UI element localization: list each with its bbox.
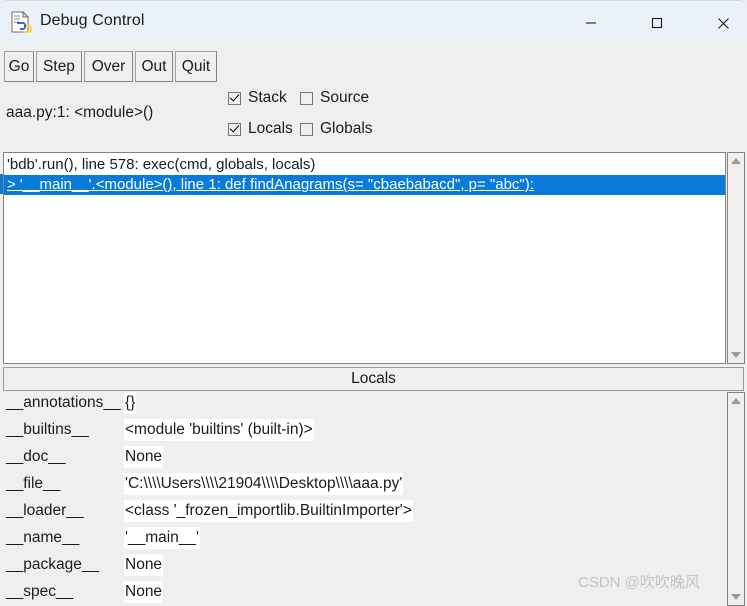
- locals-variable-name: __doc__: [6, 446, 65, 468]
- scroll-down-arrow[interactable]: [728, 347, 744, 363]
- window-title: Debug Control: [40, 12, 144, 30]
- locals-variable-name: __loader__: [6, 500, 84, 522]
- toolbar-button-over[interactable]: Over: [84, 51, 133, 82]
- locals-variable-value: None: [124, 581, 163, 603]
- locals-variable-value: <module 'builtins' (built-in)>: [124, 419, 314, 441]
- locals-variable-value: None: [124, 446, 163, 468]
- stack-scrollbar[interactable]: [727, 152, 745, 364]
- checkbox-checked-icon: [228, 123, 241, 136]
- locals-variable-value: '__main__': [124, 527, 200, 549]
- locals-variable-value: None: [124, 554, 163, 576]
- scroll-up-arrow[interactable]: [728, 153, 744, 169]
- close-button[interactable]: [700, 1, 746, 45]
- stack-panel[interactable]: 'bdb'.run(), line 578: exec(cmd, globals…: [3, 152, 726, 364]
- debug-control-window: Debug Control GoStepOverOutQuitStackSour…: [0, 0, 747, 606]
- checkbox-empty-icon: [300, 123, 313, 136]
- locals-row[interactable]: __file__ 'C:\\\\Users\\\\21904\\\\Desktop…: [0, 473, 727, 500]
- checkbox-label: Stack: [248, 89, 287, 107]
- locals-row[interactable]: __doc__ None: [0, 446, 727, 473]
- checkbox-label: Locals: [248, 120, 293, 138]
- checkbox-source[interactable]: Source: [300, 89, 369, 107]
- checkbox-label: Source: [320, 89, 369, 107]
- checkbox-locals[interactable]: Locals: [228, 120, 293, 138]
- locals-variable-name: __builtins__: [6, 419, 89, 441]
- scroll-down-arrow[interactable]: [728, 589, 744, 605]
- locals-row[interactable]: __loader__ <class '_frozen_importlib.Buil…: [0, 500, 727, 527]
- checkbox-stack[interactable]: Stack: [228, 89, 287, 107]
- locals-row[interactable]: __builtins__ <module 'builtins' (built-in…: [0, 419, 727, 446]
- stack-line-selected[interactable]: > '__main__'.<module>(), line 1: def fin…: [4, 175, 725, 195]
- stack-selection-marker: [0, 174, 3, 194]
- minimize-button[interactable]: [568, 1, 614, 45]
- maximize-button[interactable]: [634, 1, 680, 45]
- minimize-icon: [585, 17, 597, 29]
- locals-row[interactable]: __name__ '__main__': [0, 527, 727, 554]
- status-line: aaa.py:1: <module>(): [6, 104, 153, 122]
- locals-variable-name: __annotations__: [6, 392, 121, 414]
- toolbar-button-quit[interactable]: Quit: [175, 51, 217, 82]
- checkbox-label: Globals: [320, 120, 373, 138]
- checkbox-checked-icon: [228, 92, 241, 105]
- toolbar-button-step[interactable]: Step: [36, 51, 82, 82]
- debug-toolbar: GoStepOverOutQuitStackSourceLocalsGlobal…: [0, 45, 747, 102]
- toolbar-button-go[interactable]: Go: [4, 51, 34, 82]
- scroll-up-arrow[interactable]: [728, 393, 744, 409]
- python-idle-debug-icon: [10, 11, 32, 34]
- locals-variable-name: __name__: [6, 527, 79, 549]
- locals-variable-value: 'C:\\\\Users\\\\21904\\\\Desktop\\\\aaa.…: [124, 473, 403, 495]
- locals-variable-value: {}: [124, 392, 136, 414]
- locals-header: Locals: [3, 367, 744, 391]
- maximize-icon: [651, 17, 663, 29]
- watermark: CSDN @吹吹晚风: [578, 571, 700, 592]
- stack-line[interactable]: 'bdb'.run(), line 578: exec(cmd, globals…: [4, 155, 725, 175]
- checkbox-empty-icon: [300, 92, 313, 105]
- locals-variable-name: __spec__: [6, 581, 73, 603]
- locals-variable-name: __package__: [6, 554, 99, 576]
- checkbox-globals[interactable]: Globals: [300, 120, 373, 138]
- close-icon: [717, 17, 730, 30]
- toolbar-button-out[interactable]: Out: [135, 51, 173, 82]
- title-bar[interactable]: Debug Control: [0, 0, 747, 45]
- locals-variable-value: <class '_frozen_importlib.BuiltinImporte…: [124, 500, 413, 522]
- locals-row[interactable]: __annotations__{}: [0, 392, 727, 419]
- locals-scrollbar[interactable]: [727, 392, 745, 606]
- locals-variable-name: __file__: [6, 473, 60, 495]
